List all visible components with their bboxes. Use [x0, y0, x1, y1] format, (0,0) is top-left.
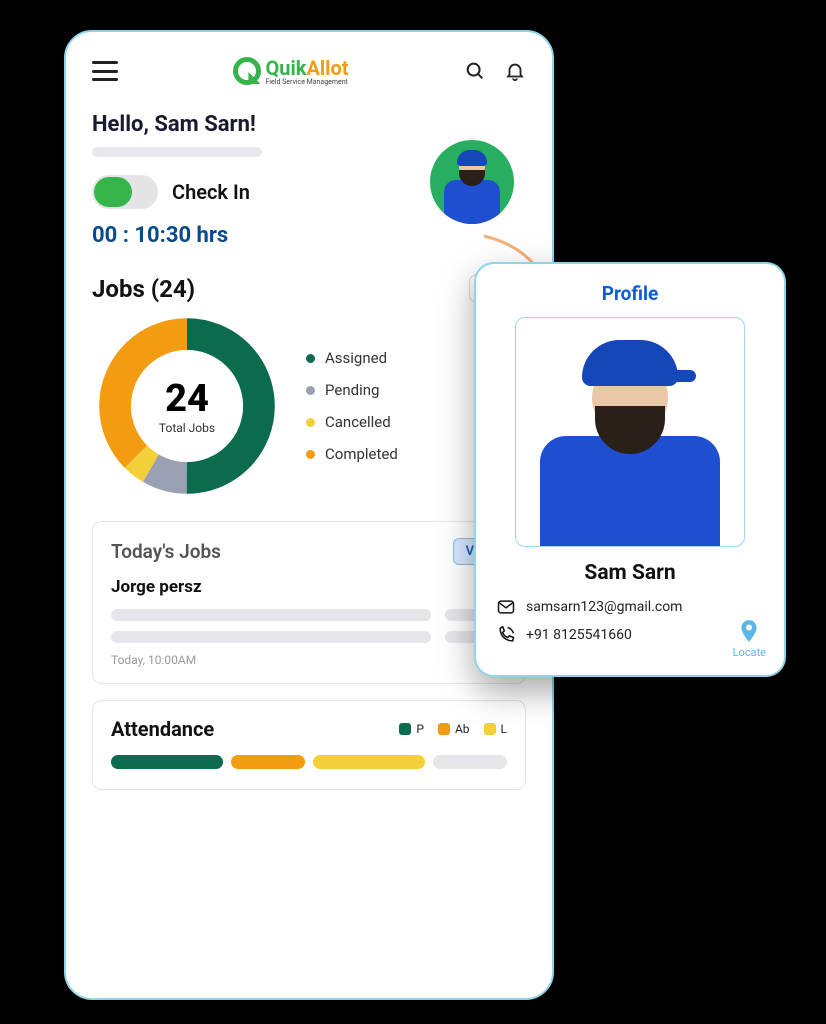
attendance-card: Attendance P Ab L	[92, 700, 526, 790]
locate-button[interactable]: Locate	[733, 618, 766, 659]
topbar: QuikAllot Field Service Management	[92, 56, 526, 86]
placeholder-row	[111, 631, 507, 643]
profile-heading: Profile	[496, 282, 764, 305]
profile-email: samsarn123@gmail.com	[526, 599, 682, 615]
brand-name: QuikAllot	[265, 56, 348, 80]
avatar[interactable]	[430, 140, 514, 224]
menu-icon[interactable]	[92, 61, 118, 81]
job-time: Today, 10:00AM	[111, 653, 196, 667]
person-icon	[440, 152, 504, 224]
checkin-label: Check In	[172, 180, 250, 204]
jobs-title: Jobs (24)	[92, 275, 195, 303]
attendance-legend: P Ab L	[399, 722, 507, 736]
location-pin-icon	[736, 618, 762, 644]
brand-logo: QuikAllot Field Service Management	[233, 56, 348, 86]
todays-jobs-card: Today's Jobs View Jorge persz Today, 10:…	[92, 521, 526, 684]
profile-photo	[515, 317, 745, 547]
donut-total: 24	[165, 377, 209, 421]
profile-card: Profile Sam Sarn samsarn123@gmail.com +9…	[474, 262, 786, 677]
greeting: Hello, Sam Sarn!	[92, 112, 526, 137]
bell-icon[interactable]	[504, 60, 526, 82]
attendance-bar	[111, 755, 507, 769]
logo-mark-icon	[233, 57, 261, 85]
profile-email-row: samsarn123@gmail.com	[496, 597, 764, 617]
attendance-title: Attendance	[111, 717, 214, 741]
profile-name: Sam Sarn	[496, 561, 764, 585]
profile-phone: +91 8125541660	[526, 627, 632, 643]
phone-icon	[496, 625, 516, 645]
brand-tagline: Field Service Management	[265, 78, 348, 86]
placeholder-line	[92, 147, 262, 157]
todays-jobs-title: Today's Jobs	[111, 540, 221, 563]
profile-phone-row: +91 8125541660	[496, 625, 764, 645]
search-icon[interactable]	[464, 60, 486, 82]
checkin-toggle[interactable]	[92, 175, 158, 209]
mail-icon	[496, 597, 516, 617]
timer: 00 : 10:30 hrs	[92, 223, 526, 248]
job-customer-name: Jorge persz	[111, 577, 507, 597]
person-icon	[540, 336, 720, 546]
donut-total-label: Total Jobs	[159, 421, 215, 435]
jobs-donut-chart: 24 Total Jobs	[92, 311, 282, 501]
placeholder-row	[111, 609, 507, 621]
